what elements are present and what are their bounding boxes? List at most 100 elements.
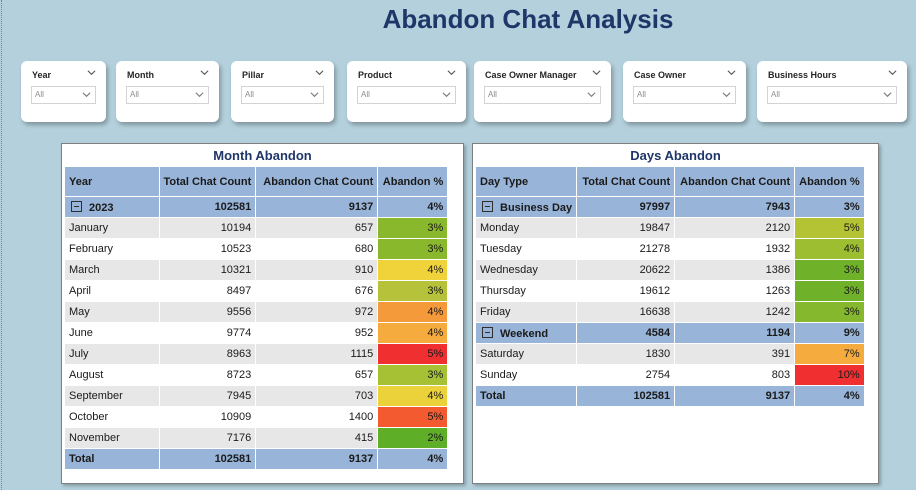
row-label: September [65,385,160,407]
row-label: August [65,364,160,386]
collapse-icon[interactable] [71,200,82,212]
column-header[interactable]: Abandon Chat Count [255,167,379,197]
row-label: Wednesday [476,259,578,281]
collapse-icon[interactable] [482,200,493,212]
slicer-case-owner-manager[interactable]: Case Owner Manager All [474,61,611,122]
slicer-business-hours[interactable]: Business Hours All [757,61,907,122]
chevron-down-icon[interactable] [447,68,456,77]
total-chat-cell: 19612 [576,280,676,302]
total-chat-cell: 4584 [576,322,676,344]
slicer-year[interactable]: Year All [21,61,106,122]
chevron-down-icon[interactable] [888,68,897,77]
chevron-down-icon[interactable] [592,68,601,77]
column-header[interactable]: Year [65,167,160,197]
chevron-down-icon [82,92,91,98]
slicer-product[interactable]: Product All [347,61,466,122]
column-header[interactable]: Day Type [476,167,578,197]
row-label: May [65,301,160,323]
table-row: November 7176 415 2% [65,427,449,449]
abandon-pct-cell: 3% [794,301,865,323]
abandon-pct-cell: 4% [377,322,449,344]
total-chat-cell: 8497 [159,280,257,302]
panel-title: Month Abandon [213,148,312,163]
column-header[interactable]: Abandon % [794,167,865,197]
total-chat-cell: 102581 [576,385,676,407]
slicer-dropdown[interactable]: All [241,86,324,104]
column-header[interactable]: Total Chat Count [159,167,257,197]
abandon-pct-cell: 3% [794,259,865,281]
table-row: August 8723 657 3% [65,364,449,386]
canvas-left-border [1,0,2,490]
slicer-value: All [245,90,254,99]
abandon-chat-cell: 703 [255,385,379,407]
abandon-chat-cell: 1400 [255,406,379,428]
total-chat-cell: 21278 [576,238,676,260]
group-label: Weekend [500,327,549,340]
slicer-dropdown[interactable]: All [767,86,897,104]
abandon-chat-cell: 1115 [255,343,379,365]
total-chat-cell: 19847 [576,217,676,239]
abandon-chat-cell: 680 [255,238,379,260]
chevron-down-icon [442,92,451,98]
abandon-pct-cell: 3% [794,196,865,218]
table-row: July 8963 1115 5% [65,343,449,365]
slicer-dropdown[interactable]: All [484,86,601,104]
header-row: Year Total Chat Count Abandon Chat Count… [65,167,449,197]
table-row: September 7945 703 4% [65,385,449,407]
row-label: March [65,259,160,281]
chevron-down-icon [722,92,731,98]
total-chat-cell: 10321 [159,259,257,281]
column-header[interactable]: Abandon Chat Count [674,167,796,197]
slicer-label: Year [32,70,52,80]
chevron-down-icon[interactable] [727,68,736,77]
page-title: Abandon Chat Analysis [382,4,674,34]
chevron-down-icon [310,92,319,98]
row-label: Monday [476,217,578,239]
abandon-pct-cell: 4% [794,238,865,260]
abandon-chat-cell: 803 [674,364,796,386]
chevron-down-icon[interactable] [87,68,96,77]
days-abandon-matrix: Day Type Total Chat Count Abandon Chat C… [476,167,865,407]
abandon-pct-cell: 5% [377,406,449,428]
abandon-pct-cell: 3% [377,280,449,302]
row-label: October [65,406,160,428]
total-chat-cell: 8723 [159,364,257,386]
table-row: May 9556 972 4% [65,301,449,323]
abandon-pct-cell: 3% [377,238,449,260]
total-row: Total 102581 9137 4% [476,385,865,407]
abandon-chat-cell: 9137 [255,448,379,470]
chevron-down-icon[interactable] [200,68,209,77]
row-label: April [65,280,160,302]
slicer-dropdown[interactable]: All [633,86,736,104]
total-chat-cell: 10909 [159,406,257,428]
abandon-pct-cell: 5% [794,217,865,239]
row-label: November [65,427,160,449]
abandon-pct-cell: 4% [377,196,449,218]
group-row-weekend: Weekend 4584 1194 9% [476,322,865,344]
slicer-label: Case Owner [634,70,687,80]
collapse-icon[interactable] [482,326,493,338]
slicer-dropdown[interactable]: All [126,86,209,104]
group-label: 2023 [89,201,114,214]
abandon-chat-cell: 1194 [674,322,796,344]
abandon-chat-cell: 1386 [674,259,796,281]
slicer-label: Pillar [242,70,265,80]
total-chat-cell: 8963 [159,343,257,365]
column-header[interactable]: Total Chat Count [576,167,676,197]
column-header[interactable]: Abandon % [377,167,449,197]
table-row: Tuesday 21278 1932 4% [476,238,865,260]
abandon-pct-cell: 10% [794,364,865,386]
abandon-chat-cell: 9137 [674,385,796,407]
slicer-dropdown[interactable]: All [357,86,456,104]
slicer-month[interactable]: Month All [116,61,219,122]
slicer-case-owner[interactable]: Case Owner All [623,61,746,122]
row-label: Thursday [476,280,578,302]
slicer-dropdown[interactable]: All [31,86,96,104]
total-chat-cell: 102581 [159,196,257,218]
table-row: Friday 16638 1242 3% [476,301,865,323]
abandon-pct-cell: 5% [377,343,449,365]
total-chat-cell: 9774 [159,322,257,344]
chevron-down-icon[interactable] [315,68,324,77]
slicer-pillar[interactable]: Pillar All [231,61,334,122]
abandon-pct-cell: 2% [377,427,449,449]
